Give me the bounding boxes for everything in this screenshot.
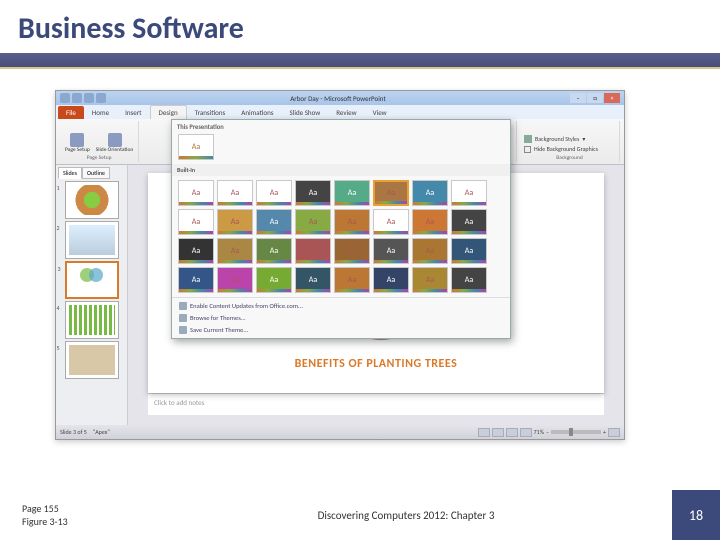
- slide-thumb-5[interactable]: 5: [65, 341, 119, 379]
- page-reference: Page 155 Figure 3-13: [0, 502, 140, 528]
- theme-option[interactable]: Aa: [373, 209, 409, 235]
- page-setup-button[interactable]: Page Setup: [63, 132, 92, 155]
- tab-slideshow[interactable]: Slide Show: [282, 106, 329, 119]
- theme-option[interactable]: Aa: [412, 209, 448, 235]
- slide-thumb-1[interactable]: 1: [65, 181, 119, 219]
- zoom-in-button[interactable]: +: [603, 428, 606, 436]
- theme-option[interactable]: Aa: [373, 238, 409, 264]
- qat-undo-icon[interactable]: [84, 93, 94, 103]
- themes-gallery-dropdown: This Presentation Aa Built-In AaAaAaAaAa…: [171, 119, 511, 339]
- theme-option[interactable]: Aa: [451, 209, 487, 235]
- group-label: Page Setup: [87, 155, 112, 161]
- status-theme-name: "Apex": [93, 428, 110, 436]
- theme-option[interactable]: Aa: [373, 267, 409, 293]
- theme-option[interactable]: Aa: [451, 180, 487, 206]
- page-number-badge: 18: [672, 490, 720, 540]
- background-styles-button[interactable]: Background Styles ▾: [523, 134, 586, 144]
- page-title: Business Software: [0, 0, 720, 53]
- theme-option[interactable]: Aa: [178, 238, 214, 264]
- theme-option[interactable]: Aa: [295, 238, 331, 264]
- tab-insert[interactable]: Insert: [117, 106, 149, 119]
- tab-review[interactable]: Review: [328, 106, 364, 119]
- theme-option[interactable]: Aa: [412, 267, 448, 293]
- thumbs-tab-slides[interactable]: Slides: [58, 167, 82, 179]
- theme-option[interactable]: Aa: [334, 267, 370, 293]
- qat-save-icon[interactable]: [72, 93, 82, 103]
- slide-thumb-4[interactable]: 4: [65, 301, 119, 339]
- qat-redo-icon[interactable]: [96, 93, 106, 103]
- slide-orientation-button[interactable]: Slide Orientation: [94, 132, 136, 155]
- tab-animations[interactable]: Animations: [233, 106, 281, 119]
- slide-thumb-2[interactable]: 2: [65, 221, 119, 259]
- theme-option[interactable]: Aa: [412, 238, 448, 264]
- theme-option[interactable]: Aa: [295, 180, 331, 206]
- footer-text: Discovering Computers 2012: Chapter 3: [140, 509, 672, 522]
- browse-themes-link[interactable]: Browse for Themes...: [174, 312, 508, 324]
- close-button[interactable]: ×: [604, 93, 620, 103]
- theme-option[interactable]: Aa: [217, 209, 253, 235]
- ribbon-group-page-setup: Page Setup Slide Orientation Page Setup: [60, 121, 139, 162]
- view-reading-button[interactable]: [506, 428, 518, 437]
- theme-option[interactable]: Aa: [256, 209, 292, 235]
- theme-option[interactable]: Aa: [217, 238, 253, 264]
- slide-thumb-3[interactable]: 3: [65, 261, 119, 299]
- status-slide-number: Slide 3 of 5: [60, 428, 87, 436]
- zoom-slider[interactable]: [551, 430, 601, 434]
- theme-option[interactable]: Aa: [295, 209, 331, 235]
- theme-option[interactable]: Aa: [217, 180, 253, 206]
- theme-option[interactable]: Aa: [178, 209, 214, 235]
- window-titlebar: Arbor Day - Microsoft PowerPoint – □ ×: [56, 91, 624, 105]
- view-sorter-button[interactable]: [492, 428, 504, 437]
- notes-pane[interactable]: Click to add notes: [148, 393, 604, 415]
- theme-option[interactable]: Aa: [217, 267, 253, 293]
- tab-view[interactable]: View: [365, 106, 395, 119]
- save-theme-link[interactable]: Save Current Theme...: [174, 324, 508, 336]
- hide-bg-checkbox[interactable]: Hide Background Graphics: [523, 144, 599, 154]
- slide-footer: Page 155 Figure 3-13 Discovering Compute…: [0, 490, 720, 540]
- theme-option[interactable]: Aa: [178, 180, 214, 206]
- zoom-level: 71%: [534, 428, 544, 436]
- fit-button[interactable]: [608, 428, 620, 437]
- app-icon: [60, 93, 70, 103]
- group-label: Background: [556, 155, 582, 161]
- status-bar: Slide 3 of 5 "Apex" 71% – +: [56, 425, 624, 439]
- slide-title-text: BENEFITS OF PLANTING TREES: [148, 357, 604, 371]
- theme-option[interactable]: Aa: [256, 267, 292, 293]
- theme-option[interactable]: Aa: [451, 267, 487, 293]
- ribbon-tabs: File Home Insert Design Transitions Anim…: [56, 105, 624, 119]
- window-title: Arbor Day - Microsoft PowerPoint: [108, 94, 568, 103]
- maximize-button[interactable]: □: [587, 93, 603, 103]
- theme-option[interactable]: Aa: [334, 209, 370, 235]
- gallery-header: This Presentation: [172, 120, 510, 134]
- theme-option[interactable]: Aa: [334, 238, 370, 264]
- enable-updates-link[interactable]: Enable Content Updates from Office.com..…: [174, 300, 508, 312]
- thumbs-tab-outline[interactable]: Outline: [82, 167, 110, 179]
- tab-file[interactable]: File: [58, 106, 84, 119]
- theme-option[interactable]: Aa: [373, 180, 409, 206]
- theme-option[interactable]: Aa: [334, 180, 370, 206]
- view-normal-button[interactable]: [478, 428, 490, 437]
- title-accent-bar: [0, 53, 720, 69]
- theme-option[interactable]: Aa: [178, 134, 214, 160]
- ribbon-group-background: Background Styles ▾ Hide Background Grap…: [520, 121, 620, 162]
- gallery-section-label: Built-In: [172, 164, 510, 176]
- powerpoint-screenshot: Arbor Day - Microsoft PowerPoint – □ × F…: [55, 90, 625, 440]
- theme-option[interactable]: Aa: [256, 180, 292, 206]
- theme-option[interactable]: Aa: [295, 267, 331, 293]
- minimize-button[interactable]: –: [570, 93, 586, 103]
- tab-home[interactable]: Home: [84, 106, 117, 119]
- view-slideshow-button[interactable]: [520, 428, 532, 437]
- theme-option[interactable]: Aa: [178, 267, 214, 293]
- tab-transitions[interactable]: Transitions: [187, 106, 234, 119]
- theme-option[interactable]: Aa: [412, 180, 448, 206]
- slide-thumbnails-panel: Slides Outline 1 2 3 4 5: [56, 165, 128, 425]
- theme-option[interactable]: Aa: [256, 238, 292, 264]
- zoom-out-button[interactable]: –: [546, 428, 549, 436]
- tab-design[interactable]: Design: [150, 105, 187, 119]
- theme-option[interactable]: Aa: [451, 238, 487, 264]
- theme-grid: AaAaAaAaAaAaAaAaAaAaAaAaAaAaAaAaAaAaAaAa…: [172, 176, 510, 297]
